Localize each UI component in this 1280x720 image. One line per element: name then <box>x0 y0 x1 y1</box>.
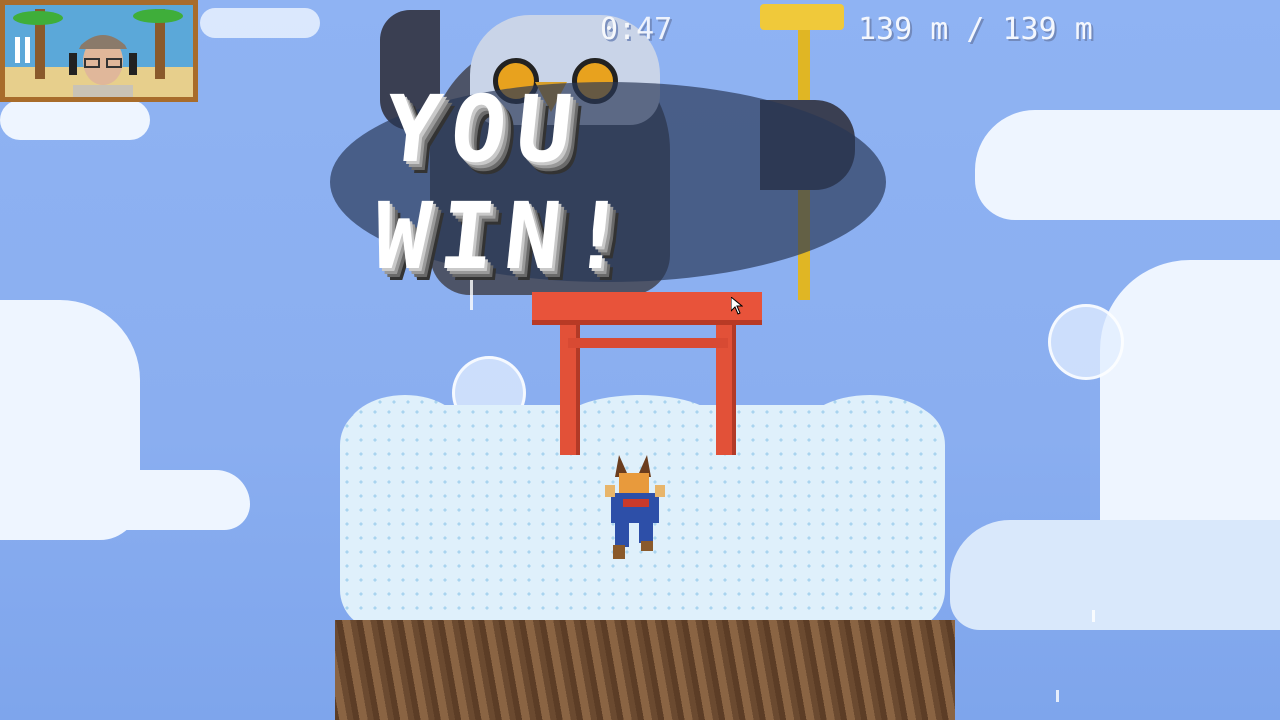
cloud-left-lower <box>0 470 250 530</box>
bubble-right <box>1048 304 1124 380</box>
torii-top-beam <box>532 292 762 325</box>
snow-drop <box>1092 610 1095 622</box>
snow-drop <box>470 280 473 310</box>
game-scene: YOU WIN! 0:47 139 m / 139 m <box>0 0 1280 720</box>
mouse-cursor-icon <box>731 297 743 315</box>
cloud-right-top <box>975 110 1280 220</box>
golden-staff-head <box>760 4 844 30</box>
torii-crossbar <box>568 338 728 348</box>
snow-drop <box>1056 690 1059 702</box>
cloud-bottom-right <box>950 520 1280 630</box>
streamer-webcam-overlay <box>0 0 198 102</box>
palm-leaves-left <box>13 11 63 25</box>
distance-display: 139 m / 139 m <box>858 12 1093 47</box>
win-banner-text: YOU WIN! <box>368 76 642 290</box>
dirt-ground <box>335 620 955 720</box>
player-fox-character <box>605 455 665 559</box>
pause-icon[interactable] <box>13 35 33 65</box>
timer-display: 0:47 <box>600 12 673 47</box>
cloud-top-left <box>0 100 150 140</box>
streamer-avatar <box>69 35 137 97</box>
cloud-top-strip <box>200 8 320 38</box>
